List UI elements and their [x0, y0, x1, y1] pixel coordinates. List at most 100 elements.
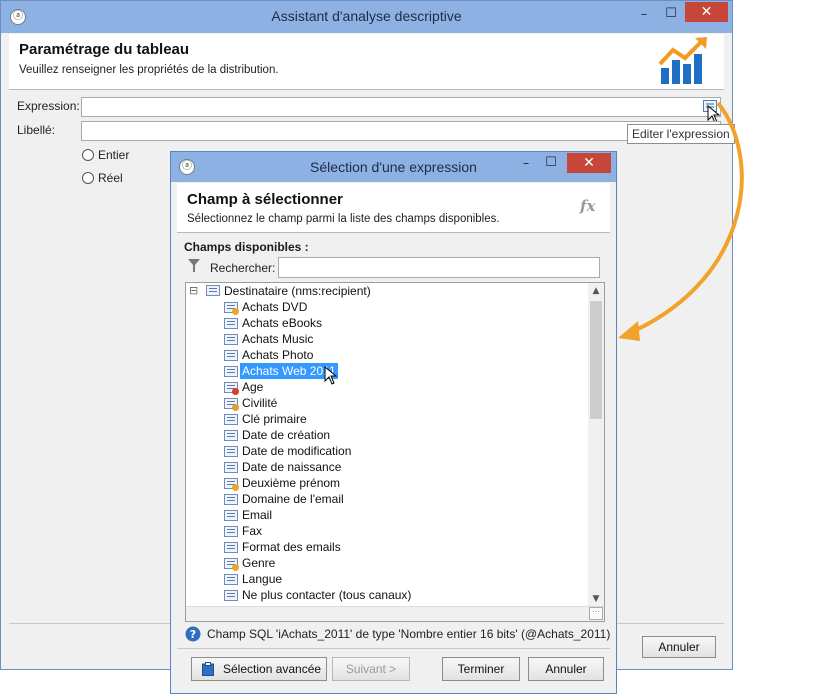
link-badge-icon	[232, 308, 239, 315]
field-icon	[224, 414, 238, 425]
radio-reel-label: Réel	[98, 171, 123, 185]
dialog-header-subtitle: Sélectionnez le champ parmi la liste des…	[187, 213, 500, 225]
radio-entier[interactable]	[82, 149, 94, 161]
tree-item-label: Civilité	[242, 396, 278, 410]
field-icon	[224, 574, 238, 585]
field-icon	[224, 350, 238, 361]
tree-item-label: Domaine de l'email	[242, 492, 344, 506]
dialog-close-button[interactable]: ✕	[567, 153, 611, 173]
tree-item-label: Achats Photo	[242, 348, 314, 362]
scroll-down-arrow-icon[interactable]: ▼	[588, 591, 604, 607]
tree-item-label: Date de naissance	[242, 460, 342, 474]
field-icon	[224, 510, 238, 521]
tree-item[interactable]: Deuxième prénom	[186, 475, 586, 491]
dialog-minimize-button[interactable]: –	[514, 156, 538, 176]
clipboard-icon	[202, 662, 214, 676]
tree-item[interactable]: Ne plus contacter (tous canaux)	[186, 587, 586, 603]
collapse-toggle-icon[interactable]: ⊟	[189, 283, 198, 299]
tree-rows: ⊟ Destinataire (nms:recipient) Achats DVD A…	[186, 283, 590, 621]
filter-icon	[188, 259, 200, 272]
resize-grip-icon[interactable]: ···	[589, 607, 603, 620]
tree-item-label: Fax	[242, 524, 263, 538]
dialog-header: Champ à sélectionner Sélectionnez le cha…	[177, 183, 610, 233]
enum-badge-icon	[232, 404, 239, 411]
main-header: Paramétrage du tableau Veuillez renseign…	[9, 34, 724, 90]
tree-item[interactable]: Civilité	[186, 395, 586, 411]
field-tree[interactable]: ⊟ Destinataire (nms:recipient) Achats DVD A…	[185, 282, 605, 622]
tree-item[interactable]: Fax	[186, 523, 586, 539]
status-text: Champ SQL 'iAchats_2011' de type 'Nombre…	[207, 627, 611, 641]
tree-item[interactable]: Format des emails	[186, 539, 586, 555]
tree-item[interactable]: Date de modification	[186, 443, 586, 459]
libelle-label: Libellé:	[17, 123, 56, 137]
tree-item[interactable]: Date de création	[186, 427, 586, 443]
main-window-title: Assistant d'analyse descriptive	[271, 8, 462, 24]
link-badge-icon	[232, 484, 239, 491]
finish-button[interactable]: Terminer	[442, 657, 520, 681]
tree-item-label: Clé primaire	[242, 412, 307, 426]
scroll-thumb[interactable]	[590, 301, 602, 419]
next-button[interactable]: Suivant >	[332, 657, 410, 681]
tree-item-label: Genre	[242, 556, 276, 570]
field-icon	[224, 318, 238, 329]
field-icon	[224, 542, 238, 553]
field-icon	[224, 366, 238, 377]
scroll-up-arrow-icon[interactable]: ▲	[588, 283, 604, 299]
table-icon	[206, 285, 220, 296]
main-titlebar: ⓐ Assistant d'analyse descriptive – ☐ ✕	[1, 1, 732, 33]
tree-item-label: Ne plus contacter (tous canaux)	[242, 588, 412, 602]
field-icon	[224, 334, 238, 345]
champs-disponibles-label: Champs disponibles :	[184, 240, 309, 254]
tree-item-label: Achats Web 2011	[240, 363, 338, 379]
expression-dialog: ⓐ Sélection d'une expression – ☐ ✕ Champ…	[170, 151, 617, 694]
svg-text:?: ?	[190, 628, 196, 641]
tree-item[interactable]: Date de naissance	[186, 459, 586, 475]
close-button[interactable]: ✕	[685, 2, 728, 22]
dialog-titlebar: ⓐ Sélection d'une expression – ☐ ✕	[171, 152, 616, 182]
tree-item[interactable]: Email	[186, 507, 586, 523]
dialog-header-title: Champ à sélectionner	[187, 191, 343, 208]
field-icon	[224, 430, 238, 441]
tree-item-label: Format des emails	[242, 540, 341, 554]
tree-scrollbar[interactable]: ▲ ▼	[588, 283, 604, 607]
dialog-footer-divider	[177, 648, 610, 649]
search-label: Rechercher:	[210, 261, 276, 275]
main-header-title: Paramétrage du tableau	[19, 41, 190, 58]
tree-item-label: Email	[242, 508, 273, 522]
tree-item[interactable]: Achats Music	[186, 331, 586, 347]
radio-reel[interactable]	[82, 172, 94, 184]
tree-item[interactable]: Achats Photo	[186, 347, 586, 363]
tree-item[interactable]: Domaine de l'email	[186, 491, 586, 507]
tree-item-label: Age	[242, 380, 264, 394]
field-icon	[224, 590, 238, 601]
tree-item[interactable]: Achats eBooks	[186, 315, 586, 331]
dialog-maximize-button[interactable]: ☐	[539, 155, 563, 175]
tree-item[interactable]: Achats DVD	[186, 299, 586, 315]
tree-root-label: Destinataire (nms:recipient)	[224, 284, 371, 298]
tree-item[interactable]: Age	[186, 379, 586, 395]
maximize-button[interactable]: ☐	[658, 6, 684, 26]
dialog-cancel-button[interactable]: Annuler	[528, 657, 604, 681]
tree-item-label: Langue	[242, 572, 283, 586]
tree-item-label: Achats Music	[242, 332, 314, 346]
link-badge-icon	[232, 564, 239, 571]
field-icon	[224, 462, 238, 473]
advanced-selection-label: Sélection avancée	[223, 662, 322, 676]
field-icon	[224, 494, 238, 505]
tree-item[interactable]: Langue	[186, 571, 586, 587]
field-icon	[224, 446, 238, 457]
radio-entier-label: Entier	[98, 148, 130, 162]
minimize-button[interactable]: –	[631, 7, 657, 27]
field-icon	[224, 526, 238, 537]
tree-item[interactable]: Genre	[186, 555, 586, 571]
search-input[interactable]	[278, 257, 600, 278]
tree-item-label: Achats DVD	[242, 300, 308, 314]
tree-item[interactable]: Clé primaire	[186, 411, 586, 427]
tree-bottom-bar	[186, 606, 604, 621]
tree-item-label: Deuxième prénom	[242, 476, 341, 490]
tree-root-row[interactable]: ⊟ Destinataire (nms:recipient)	[186, 283, 586, 299]
main-cancel-button[interactable]: Annuler	[642, 636, 716, 658]
tree-item[interactable]: Achats Web 2011	[186, 363, 586, 385]
advanced-selection-button[interactable]: Sélection avancée	[191, 657, 327, 681]
tree-item-label: Date de création	[242, 428, 331, 442]
